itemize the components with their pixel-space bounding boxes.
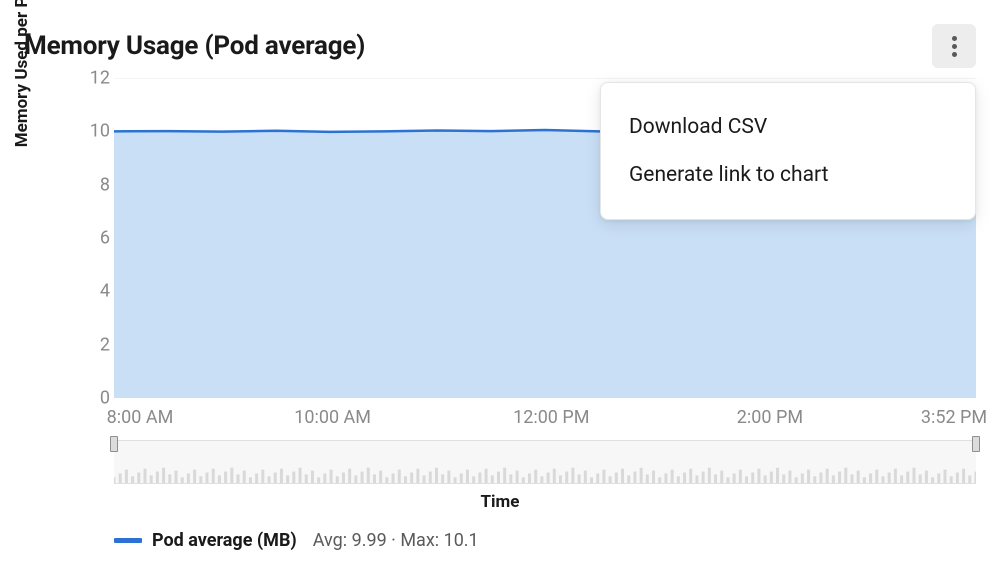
x-tick-2: 12:00 PM: [513, 407, 589, 428]
y-tick-6: 6: [70, 228, 110, 249]
range-handle-left[interactable]: [110, 436, 118, 452]
time-range-minimap[interactable]: [114, 440, 976, 484]
page-title: Memory Usage (Pod average): [24, 31, 365, 61]
x-tick-3: 2:00 PM: [737, 407, 803, 428]
legend-swatch: [114, 538, 142, 543]
legend-stats: Avg: 9.99 · Max: 10.1: [313, 530, 479, 551]
y-tick-8: 8: [70, 174, 110, 195]
chart-legend: Pod average (MB) Avg: 9.99 · Max: 10.1: [114, 530, 1000, 551]
generate-link-item[interactable]: Generate link to chart: [601, 151, 975, 199]
download-csv-item[interactable]: Download CSV: [601, 103, 975, 151]
y-tick-2: 2: [70, 334, 110, 355]
y-tick-4: 4: [70, 281, 110, 302]
y-axis-label: Memory Used per Pod (MB): [12, 0, 32, 147]
chart-menu-button[interactable]: [932, 24, 976, 68]
legend-series-name: Pod average (MB): [152, 530, 297, 551]
y-tick-10: 10: [70, 121, 110, 142]
x-tick-0: 8:00 AM: [107, 407, 174, 428]
x-tick-4: 3:52 PM: [921, 407, 987, 428]
chart-menu-dropdown: Download CSV Generate link to chart: [600, 82, 976, 220]
y-tick-0: 0: [70, 388, 110, 409]
range-handle-right[interactable]: [972, 436, 980, 452]
kebab-icon: [952, 36, 957, 57]
x-tick-1: 10:00 AM: [294, 407, 371, 428]
x-axis-label: Time: [0, 492, 1000, 512]
y-tick-12: 12: [70, 68, 110, 89]
